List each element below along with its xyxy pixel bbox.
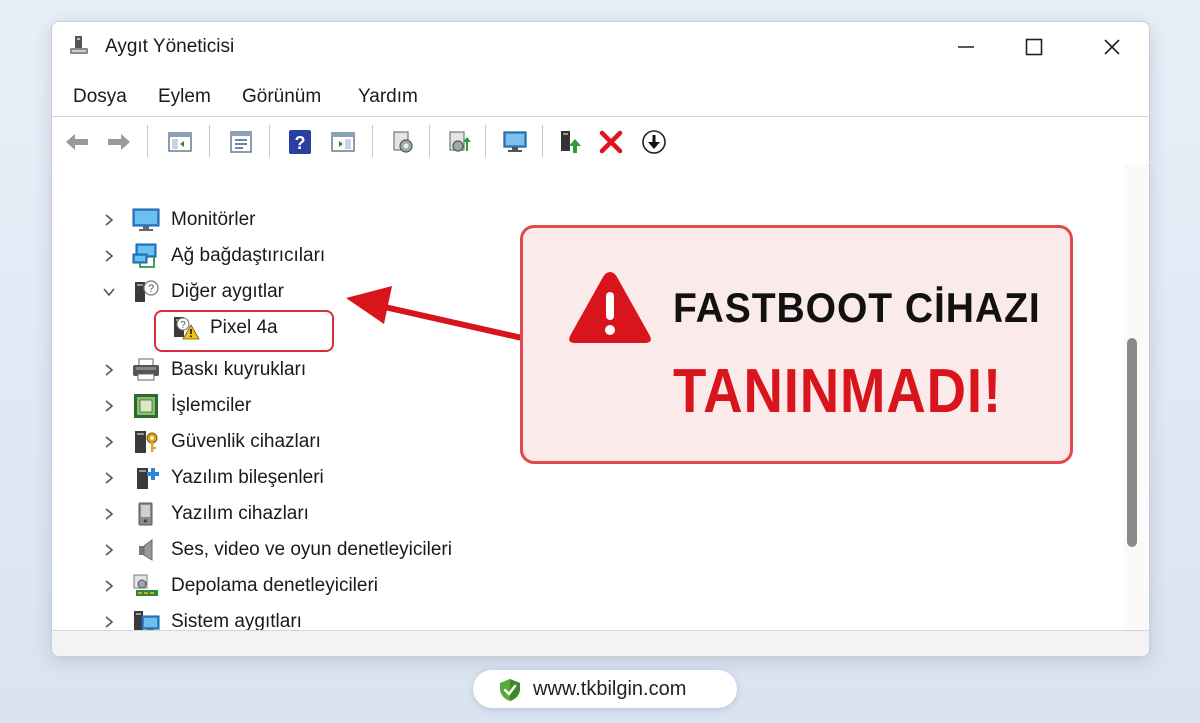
help-icon[interactable]: ? bbox=[287, 129, 313, 155]
menu-eylem[interactable]: Eylem bbox=[158, 86, 211, 108]
toolbar-separator bbox=[209, 125, 210, 157]
network-adapter-icon bbox=[132, 243, 157, 268]
chevron-right-icon[interactable] bbox=[102, 615, 116, 629]
maximize-icon bbox=[1025, 38, 1043, 56]
menu-gorunum[interactable]: Görünüm bbox=[242, 86, 321, 108]
enable-device-icon[interactable] bbox=[557, 129, 583, 155]
chevron-right-icon[interactable] bbox=[102, 579, 116, 593]
svg-text:?: ? bbox=[295, 133, 306, 153]
speaker-icon bbox=[139, 539, 153, 561]
red-arrow-icon bbox=[346, 286, 543, 345]
svg-text:?: ? bbox=[148, 283, 154, 295]
download-driver-icon[interactable] bbox=[641, 129, 667, 155]
scan-hardware-icon[interactable] bbox=[447, 129, 473, 155]
tree-item-software-components[interactable]: Yazılım bileşenleri bbox=[52, 460, 1122, 496]
close-icon bbox=[1104, 39, 1120, 55]
tree-item-label: Ses, video ve oyun denetleyicileri bbox=[171, 539, 452, 560]
tree-item-label: Ağ bağdaştırıcıları bbox=[171, 245, 326, 266]
chevron-right-icon[interactable] bbox=[102, 471, 116, 485]
chevron-right-icon[interactable] bbox=[102, 249, 116, 263]
chevron-right-icon[interactable] bbox=[102, 399, 116, 413]
scrollbar-thumb[interactable] bbox=[1127, 338, 1137, 547]
monitor-icon bbox=[132, 208, 160, 231]
update-driver-icon[interactable] bbox=[390, 129, 416, 155]
tree-item-sound-video-game[interactable]: Ses, video ve oyun denetleyicileri bbox=[52, 532, 1122, 568]
tree-item-label: Pixel 4a bbox=[210, 317, 278, 338]
svg-text:?: ? bbox=[180, 320, 186, 331]
tree-item-label: Diğer aygıtlar bbox=[171, 281, 284, 302]
device-manager-app-icon bbox=[70, 36, 88, 54]
tree-item-software-devices[interactable]: Yazılım cihazları bbox=[52, 496, 1122, 532]
maximize-button[interactable] bbox=[1012, 30, 1056, 64]
minimize-button[interactable] bbox=[944, 30, 988, 64]
unknown-device-icon: ? bbox=[135, 280, 159, 302]
chevron-down-icon[interactable] bbox=[102, 285, 116, 299]
callout-subheading: TANINMADI! bbox=[673, 357, 1003, 426]
tree-item-label: Yazılım bileşenleri bbox=[171, 467, 324, 488]
close-button[interactable] bbox=[1090, 30, 1134, 64]
tree-item-label: Baskı kuyrukları bbox=[171, 359, 307, 380]
menu-yardim[interactable]: Yardım bbox=[358, 86, 418, 108]
chevron-right-icon[interactable] bbox=[102, 507, 116, 521]
menu-bar: Dosya Eylem Görünüm Yardım bbox=[52, 80, 1149, 116]
software-component-icon bbox=[137, 468, 159, 489]
uninstall-device-icon[interactable] bbox=[598, 129, 624, 155]
warning-triangle-icon bbox=[569, 272, 651, 343]
window-title: Aygıt Yöneticisi bbox=[105, 36, 235, 57]
tree-item-label: Yazılım cihazları bbox=[171, 503, 309, 524]
site-url: www.tkbilgin.com bbox=[533, 678, 687, 700]
tree-item-label: Güvenlik cihazları bbox=[171, 431, 321, 452]
toolbar-separator bbox=[485, 125, 486, 157]
storage-controller-icon bbox=[133, 574, 158, 596]
chevron-right-icon[interactable] bbox=[102, 543, 116, 557]
watermark-pill: www.tkbilgin.com bbox=[473, 670, 737, 708]
back-arrow-icon[interactable] bbox=[64, 129, 90, 155]
chevron-right-icon[interactable] bbox=[102, 363, 116, 377]
toolbar-separator bbox=[147, 125, 148, 157]
tree-item-label: Monitörler bbox=[171, 209, 256, 230]
menu-dosya[interactable]: Dosya bbox=[73, 86, 127, 108]
title-bar: Aygıt Yöneticisi bbox=[52, 22, 1149, 72]
forward-arrow-icon[interactable] bbox=[106, 129, 132, 155]
toolbar-separator bbox=[372, 125, 373, 157]
software-device-icon bbox=[138, 502, 153, 526]
warning-device-icon: ? bbox=[174, 317, 200, 340]
display-adapter-icon[interactable] bbox=[502, 129, 528, 155]
chevron-right-icon[interactable] bbox=[102, 435, 116, 449]
security-device-icon bbox=[135, 431, 158, 453]
processor-icon bbox=[134, 394, 158, 418]
toolbar-separator bbox=[269, 125, 270, 157]
toolbar-separator bbox=[429, 125, 430, 157]
shield-check-icon bbox=[500, 679, 520, 701]
chevron-right-icon[interactable] bbox=[102, 213, 116, 227]
printer-icon bbox=[133, 358, 159, 381]
action-pane-icon[interactable] bbox=[330, 129, 356, 155]
tree-item-label: İşlemciler bbox=[171, 395, 252, 416]
toolbar: ? bbox=[52, 116, 1149, 166]
minimize-icon bbox=[958, 46, 974, 48]
show-hide-console-tree-icon[interactable] bbox=[167, 129, 193, 155]
status-bar bbox=[52, 630, 1149, 656]
tree-item-storage-controllers[interactable]: Depolama denetleyicileri bbox=[52, 568, 1122, 604]
callout-heading: FASTBOOT CİHAZI bbox=[673, 284, 1041, 331]
toolbar-separator bbox=[542, 125, 543, 157]
tree-item-label: Depolama denetleyicileri bbox=[171, 575, 378, 596]
warning-callout: FASTBOOT CİHAZI TANINMADI! bbox=[520, 225, 1073, 464]
properties-icon[interactable] bbox=[228, 129, 254, 155]
